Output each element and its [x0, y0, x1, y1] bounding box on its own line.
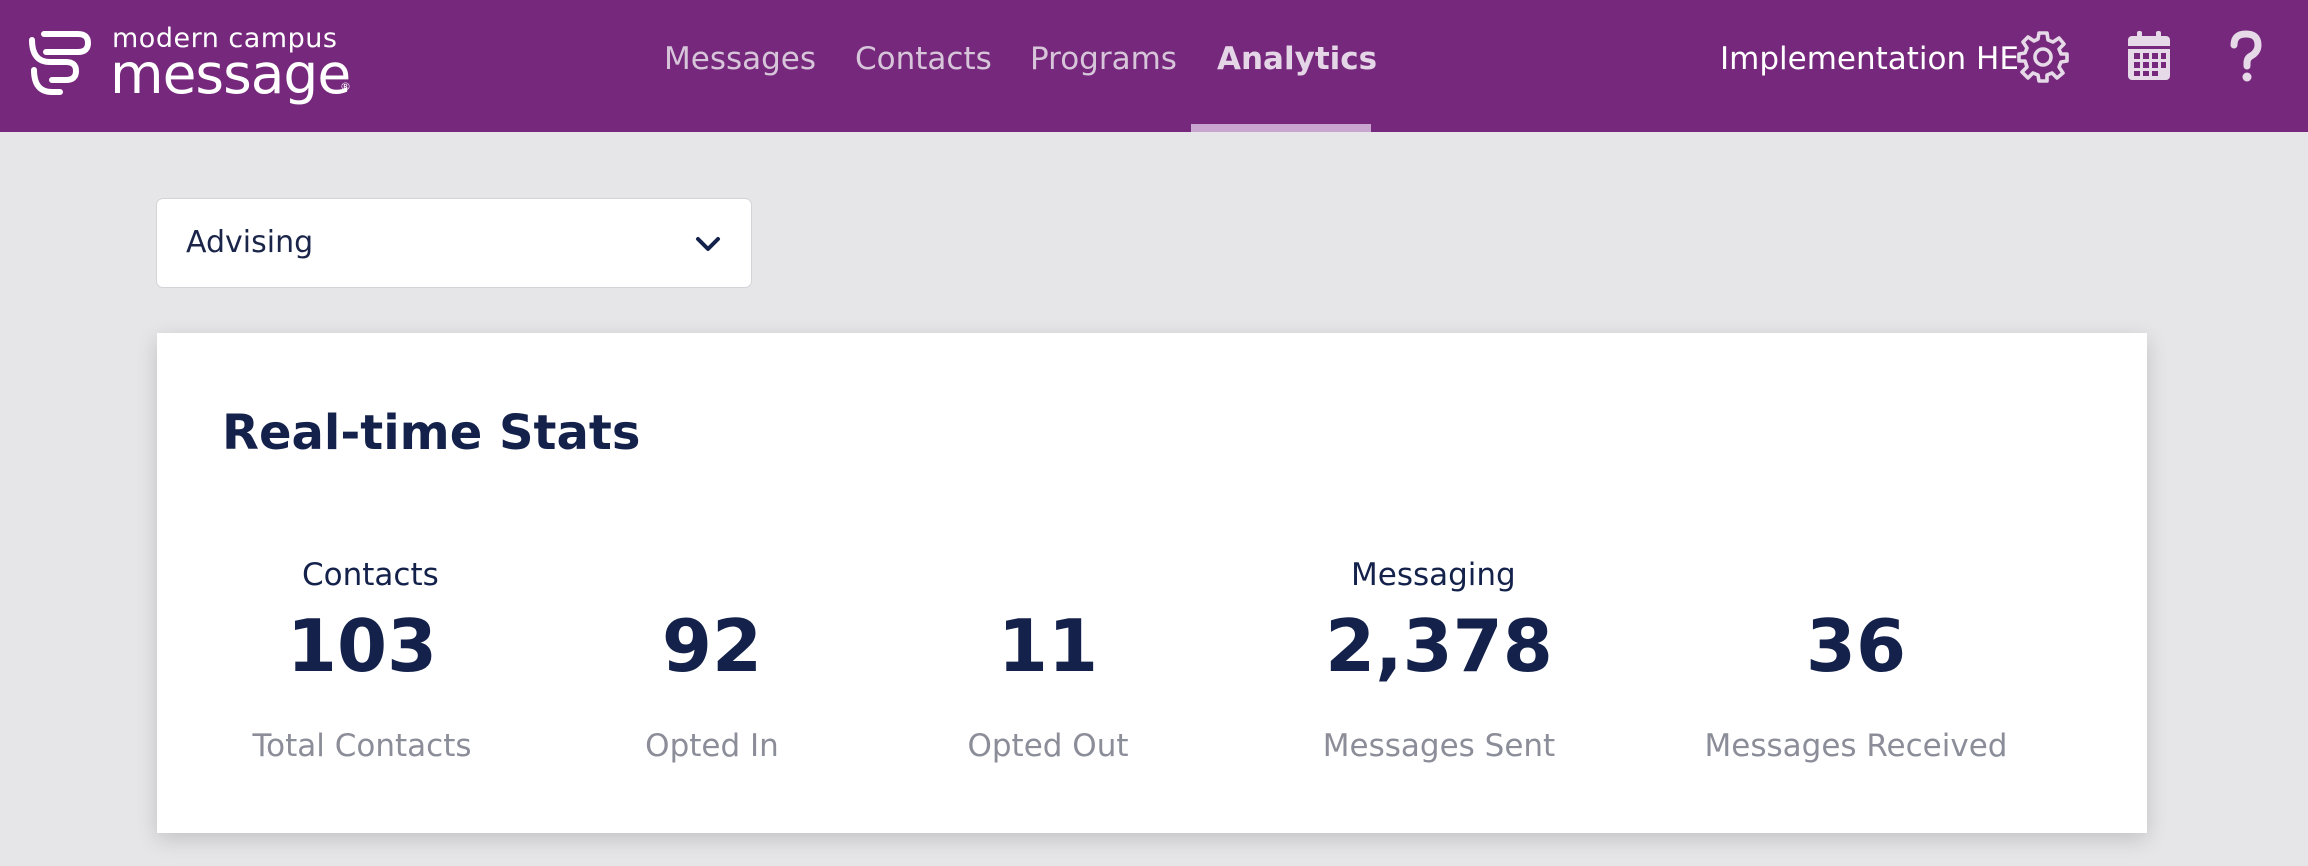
- stat-opted-in-label: Opted In: [645, 728, 779, 764]
- nav-active-indicator: [1191, 124, 1371, 132]
- gear-icon[interactable]: [2016, 30, 2070, 84]
- group-label-contacts: Contacts: [302, 557, 439, 593]
- nav-tab-contacts[interactable]: Contacts: [855, 34, 992, 84]
- stat-total-contacts-value: 103: [286, 604, 438, 688]
- stat-opted-in-value: 92: [661, 604, 763, 688]
- organization-name[interactable]: Implementation HE: [1720, 34, 2019, 84]
- calendar-icon[interactable]: [2126, 30, 2172, 82]
- help-icon[interactable]: [2226, 30, 2266, 84]
- stat-opted-out-label: Opted Out: [967, 728, 1129, 764]
- nav-tab-analytics[interactable]: Analytics: [1217, 34, 1377, 84]
- stat-messages-received-value: 36: [1805, 604, 1907, 688]
- stat-opted-out-value: 11: [997, 604, 1099, 688]
- program-select-value: Advising: [186, 225, 314, 260]
- modern-campus-message-logo[interactable]: modern campus message ®: [24, 24, 354, 104]
- registered-mark: ®: [340, 80, 351, 93]
- logo-mark-icon: [29, 31, 92, 95]
- chevron-down-icon: [696, 237, 720, 251]
- stat-messages-sent-label: Messages Sent: [1322, 728, 1556, 764]
- stat-total-contacts-label: Total Contacts: [252, 728, 472, 764]
- nav-tab-messages[interactable]: Messages: [664, 34, 816, 84]
- top-navigation-bar: modern campus message ® Messages Contact…: [0, 0, 2308, 132]
- card-title: Real-time Stats: [222, 405, 641, 461]
- real-time-stats-card: Real-time Stats Contacts Messaging 103 T…: [157, 333, 2147, 833]
- stat-messages-received-label: Messages Received: [1704, 728, 2008, 764]
- stat-messages-sent-value: 2,378: [1325, 604, 1553, 688]
- program-select-dropdown[interactable]: Advising: [156, 198, 752, 288]
- group-label-messaging: Messaging: [1351, 557, 1516, 593]
- nav-tab-programs[interactable]: Programs: [1030, 34, 1177, 84]
- logo-text-product: message: [110, 42, 351, 106]
